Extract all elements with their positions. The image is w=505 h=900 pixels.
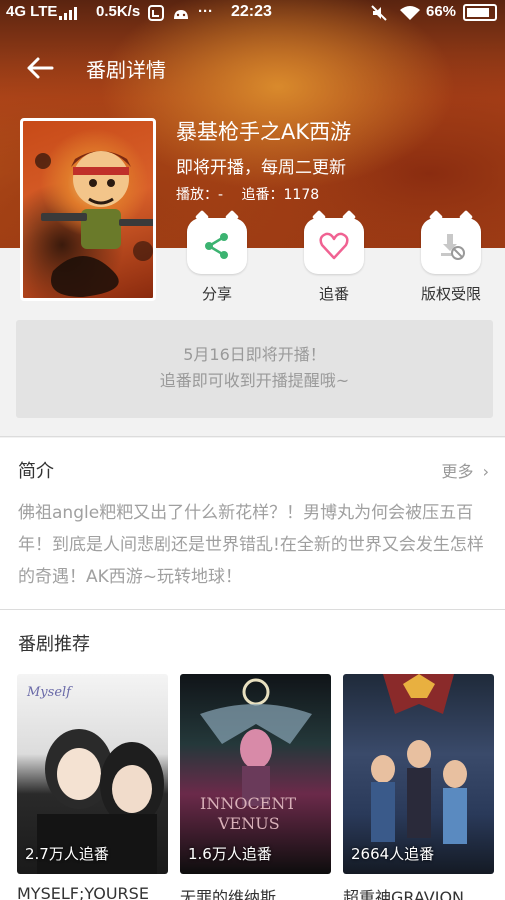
recommend-card-1[interactable]: Myself 2.7万人追番 [17, 674, 168, 874]
recommend-count-2: 1.6万人追番 [188, 845, 272, 863]
notification-icon [148, 5, 164, 21]
show-stats: 播放：- 追番：1178 [176, 184, 333, 204]
battery-icon [463, 4, 497, 21]
chevron-right-icon: › [482, 462, 489, 481]
recommend-title: 番剧推荐 [18, 634, 90, 655]
show-schedule: 即将开播，每周二更新 [176, 158, 346, 178]
share-bubble [187, 218, 247, 274]
play-count: 播放：- [176, 187, 224, 203]
follow-bubble [304, 218, 364, 274]
clock: 22:23 [231, 3, 272, 20]
poster-illustration [35, 151, 153, 297]
show-poster [20, 118, 156, 301]
copyright-bubble [421, 218, 481, 274]
recommend-name-2[interactable]: 无罪的维纳斯 [180, 884, 331, 900]
show-title: 暴基枪手之AK西游 [176, 120, 352, 144]
network-type: 4G LTE [6, 3, 58, 20]
premiere-notice: 5月16日即将开播！ 追番即可收到开播提醒哦~ [16, 320, 493, 418]
svg-text:Myself: Myself [26, 685, 73, 700]
share-icon [205, 233, 228, 259]
intro-text: 佛祖angle粑粑又出了什么新花样？！男博丸为何会被压五百年！到底是人间悲剧还是… [18, 503, 484, 587]
intro-more-link[interactable]: 更多 › [441, 458, 489, 482]
recommend-count-1: 2.7万人追番 [25, 845, 109, 863]
divider [0, 609, 505, 610]
recommend-name-1[interactable]: MYSELF;YOURSE [17, 884, 168, 900]
intro-more-label: 更多 [441, 462, 474, 481]
svg-text:INNOCENT: INNOCENT [200, 794, 296, 813]
page-title: 番剧详情 [86, 58, 166, 82]
share-button[interactable]: 分享 [172, 218, 262, 304]
recommend-card-3[interactable]: 2664人追番 [343, 674, 494, 874]
notice-line-2: 追番即可收到开播提醒哦~ [159, 371, 350, 390]
arrow-left-icon[interactable] [26, 56, 54, 80]
recommend-card-2[interactable]: INNOCENT VENUS 1.6万人追番 [180, 674, 331, 874]
recommend-name-3[interactable]: 超重神GRAVION [343, 884, 494, 900]
recommend-count-3: 2664人追番 [351, 845, 435, 863]
follow-button[interactable]: 追番 [289, 218, 379, 304]
follow-label: 追番 [318, 285, 349, 303]
share-label: 分享 [201, 285, 232, 303]
copyright-label: 版权受限 [420, 285, 481, 303]
copyright-restricted-button[interactable]: 版权受限 [406, 218, 496, 304]
battery-percent: 66% [426, 3, 457, 20]
signal-icon [59, 6, 81, 20]
follow-count: 追番：1178 [241, 187, 320, 203]
status-bar: 4G LTE 0.5K/s ··· 22:23 66% [0, 0, 505, 26]
more-dots-icon: ··· [198, 3, 213, 20]
intro-title: 简介 [18, 461, 54, 482]
network-speed: 0.5K/s [96, 3, 141, 20]
notice-line-1: 5月16日即将开播！ [183, 345, 326, 364]
mute-icon [371, 5, 387, 21]
heart-icon [319, 232, 349, 260]
download-disabled-icon [441, 234, 465, 260]
divider [0, 436, 505, 437]
svg-text:VENUS: VENUS [217, 814, 280, 833]
wifi-icon [400, 6, 420, 20]
android-icon [174, 10, 188, 19]
